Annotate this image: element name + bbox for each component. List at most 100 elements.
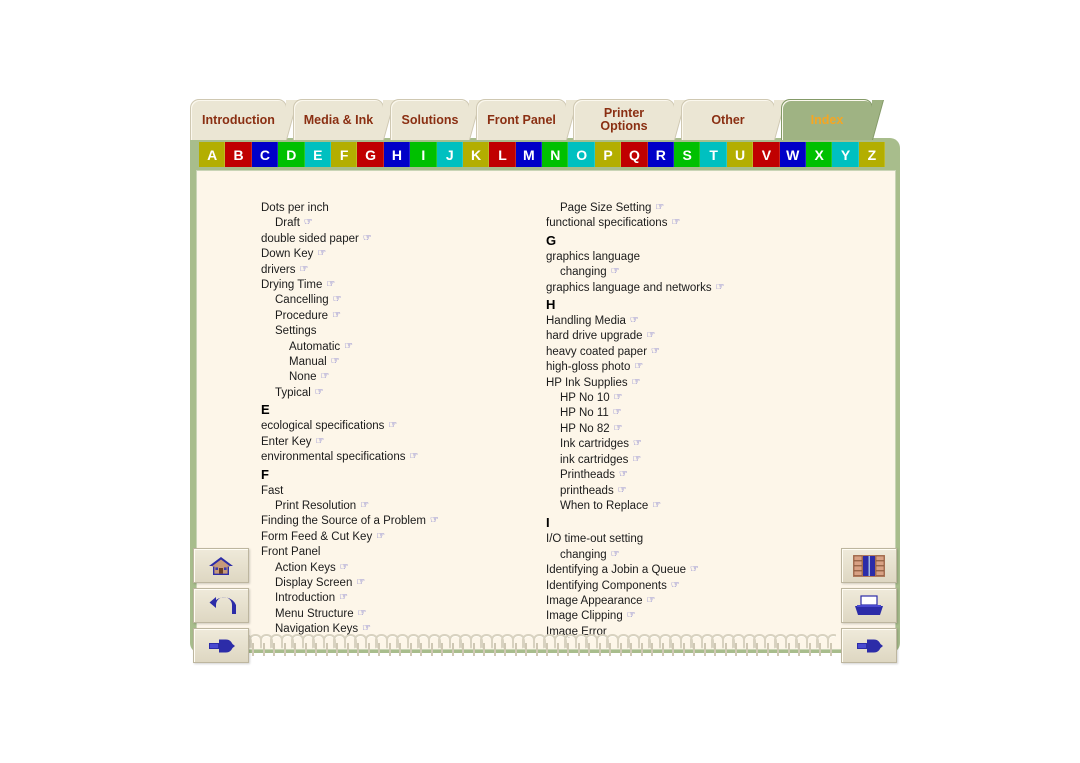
tab-solutions[interactable]: Solutions <box>390 99 470 140</box>
alpha-link-n[interactable]: N <box>542 142 569 167</box>
alpha-link-j[interactable]: J <box>436 142 463 167</box>
home-button[interactable] <box>193 548 249 583</box>
index-entry[interactable]: high-gloss photo ☞ <box>532 360 832 375</box>
alpha-link-o[interactable]: O <box>568 142 595 167</box>
pointing-hand-icon[interactable]: ☞ <box>634 359 643 374</box>
pointing-hand-icon[interactable]: ☞ <box>611 547 620 562</box>
pointing-hand-icon[interactable]: ☞ <box>331 354 340 369</box>
alpha-link-x[interactable]: X <box>805 142 833 167</box>
index-entry[interactable]: None ☞ <box>247 370 547 385</box>
pointing-hand-icon[interactable]: ☞ <box>614 421 623 436</box>
index-entry[interactable]: changing ☞ <box>532 265 832 280</box>
pointing-hand-icon[interactable]: ☞ <box>647 593 656 608</box>
index-entry[interactable]: Form Feed & Cut Key ☞ <box>247 530 547 545</box>
index-entry[interactable]: Action Keys ☞ <box>247 561 547 576</box>
pointing-hand-icon[interactable]: ☞ <box>326 277 335 292</box>
pointing-hand-icon[interactable]: ☞ <box>632 375 641 390</box>
index-entry[interactable]: Draft ☞ <box>247 216 547 231</box>
index-entry[interactable]: Ink cartridges ☞ <box>532 437 832 452</box>
pointing-hand-icon[interactable]: ☞ <box>613 405 622 420</box>
index-entry[interactable]: Page Size Setting ☞ <box>532 201 832 216</box>
index-entry[interactable]: changing ☞ <box>532 548 832 563</box>
pointing-hand-icon[interactable]: ☞ <box>632 452 641 467</box>
pointing-hand-icon[interactable]: ☞ <box>627 608 636 623</box>
pointing-hand-icon[interactable]: ☞ <box>316 434 325 449</box>
pointing-hand-icon[interactable]: ☞ <box>409 449 418 464</box>
index-entry[interactable]: Menu Structure ☞ <box>247 607 547 622</box>
alpha-link-f[interactable]: F <box>330 142 358 167</box>
pointing-hand-icon[interactable]: ☞ <box>317 246 326 261</box>
pointing-hand-icon[interactable]: ☞ <box>388 418 397 433</box>
index-entry[interactable]: Finding the Source of a Problem ☞ <box>247 514 547 529</box>
index-entry[interactable]: printheads ☞ <box>532 484 832 499</box>
pointing-hand-icon[interactable]: ☞ <box>614 390 623 405</box>
pointing-hand-icon[interactable]: ☞ <box>630 313 639 328</box>
index-entry[interactable]: Manual ☞ <box>247 355 547 370</box>
pointing-hand-icon[interactable]: ☞ <box>618 483 627 498</box>
pointing-hand-icon[interactable]: ☞ <box>655 200 664 215</box>
pointing-hand-icon[interactable]: ☞ <box>300 262 309 277</box>
go-hand-button[interactable] <box>841 628 897 663</box>
print-button[interactable] <box>841 588 897 623</box>
index-entry[interactable]: HP No 11 ☞ <box>532 406 832 421</box>
index-entry[interactable]: Cancelling ☞ <box>247 293 547 308</box>
index-entry[interactable]: functional specifications ☞ <box>532 216 832 231</box>
index-entry[interactable]: Print Resolution ☞ <box>247 499 547 514</box>
pointing-hand-icon[interactable]: ☞ <box>633 436 642 451</box>
pointing-hand-icon[interactable]: ☞ <box>652 498 661 513</box>
index-entry[interactable]: heavy coated paper ☞ <box>532 345 832 360</box>
pointing-hand-icon[interactable]: ☞ <box>304 215 313 230</box>
alpha-link-a[interactable]: A <box>199 142 226 167</box>
pointing-hand-icon[interactable]: ☞ <box>333 292 342 307</box>
tab-printer-options[interactable]: Printer Options <box>573 99 675 140</box>
pointing-hand-icon[interactable]: ☞ <box>315 385 324 400</box>
index-entry[interactable]: graphics language and networks ☞ <box>532 281 832 296</box>
index-entry[interactable]: HP No 10 ☞ <box>532 391 832 406</box>
pointing-hand-icon[interactable]: ☞ <box>376 529 385 544</box>
alpha-link-t[interactable]: T <box>700 142 727 167</box>
index-entry[interactable]: Drying Time ☞ <box>247 278 547 293</box>
alpha-link-g[interactable]: G <box>357 142 384 167</box>
alpha-link-e[interactable]: E <box>304 142 331 167</box>
tab-other[interactable]: Other <box>681 99 775 140</box>
alpha-link-m[interactable]: M <box>515 142 543 167</box>
pointing-hand-icon[interactable]: ☞ <box>321 369 330 384</box>
tab-index[interactable]: Index <box>781 99 873 140</box>
index-entry[interactable]: Identifying Components ☞ <box>532 579 832 594</box>
alpha-link-c[interactable]: C <box>251 142 279 167</box>
index-entry[interactable]: Introduction ☞ <box>247 591 547 606</box>
pointing-hand-icon[interactable]: ☞ <box>619 467 628 482</box>
alpha-link-q[interactable]: Q <box>621 142 648 167</box>
alpha-link-y[interactable]: Y <box>832 142 859 167</box>
index-entry[interactable]: HP No 82 ☞ <box>532 422 832 437</box>
index-entry[interactable]: Printheads ☞ <box>532 468 832 483</box>
index-entry[interactable]: Down Key ☞ <box>247 247 547 262</box>
pointing-hand-icon[interactable]: ☞ <box>651 344 660 359</box>
index-entry[interactable]: Automatic ☞ <box>247 340 547 355</box>
tab-media-ink[interactable]: Media & Ink <box>293 99 384 140</box>
pointing-hand-icon[interactable]: ☞ <box>671 215 680 230</box>
pointing-hand-icon[interactable]: ☞ <box>356 575 365 590</box>
alpha-link-b[interactable]: B <box>225 142 252 167</box>
alpha-link-i[interactable]: I <box>410 142 437 167</box>
pointing-hand-icon[interactable]: ☞ <box>339 590 348 605</box>
index-entry[interactable]: ink cartridges ☞ <box>532 453 832 468</box>
alpha-link-r[interactable]: R <box>647 142 675 167</box>
alpha-link-p[interactable]: P <box>594 142 622 167</box>
index-entry[interactable]: drivers ☞ <box>247 263 547 278</box>
pointing-hand-icon[interactable]: ☞ <box>363 231 372 246</box>
pointing-hand-icon[interactable]: ☞ <box>358 606 367 621</box>
pointing-hand-icon[interactable]: ☞ <box>360 498 369 513</box>
index-entry[interactable]: hard drive upgrade ☞ <box>532 329 832 344</box>
pointing-hand-icon[interactable]: ☞ <box>671 578 680 593</box>
pointing-hand-icon[interactable]: ☞ <box>611 264 620 279</box>
tab-front-panel[interactable]: Front Panel <box>476 99 567 140</box>
alpha-link-k[interactable]: K <box>462 142 490 167</box>
pointing-hand-icon[interactable]: ☞ <box>647 328 656 343</box>
index-entry[interactable]: Image Appearance ☞ <box>532 594 832 609</box>
index-entry[interactable]: Image Clipping ☞ <box>532 609 832 624</box>
index-entry[interactable]: Typical ☞ <box>247 386 547 401</box>
index-entry[interactable]: double sided paper ☞ <box>247 232 547 247</box>
pointing-hand-icon[interactable]: ☞ <box>332 308 341 323</box>
back-button[interactable] <box>193 588 249 623</box>
